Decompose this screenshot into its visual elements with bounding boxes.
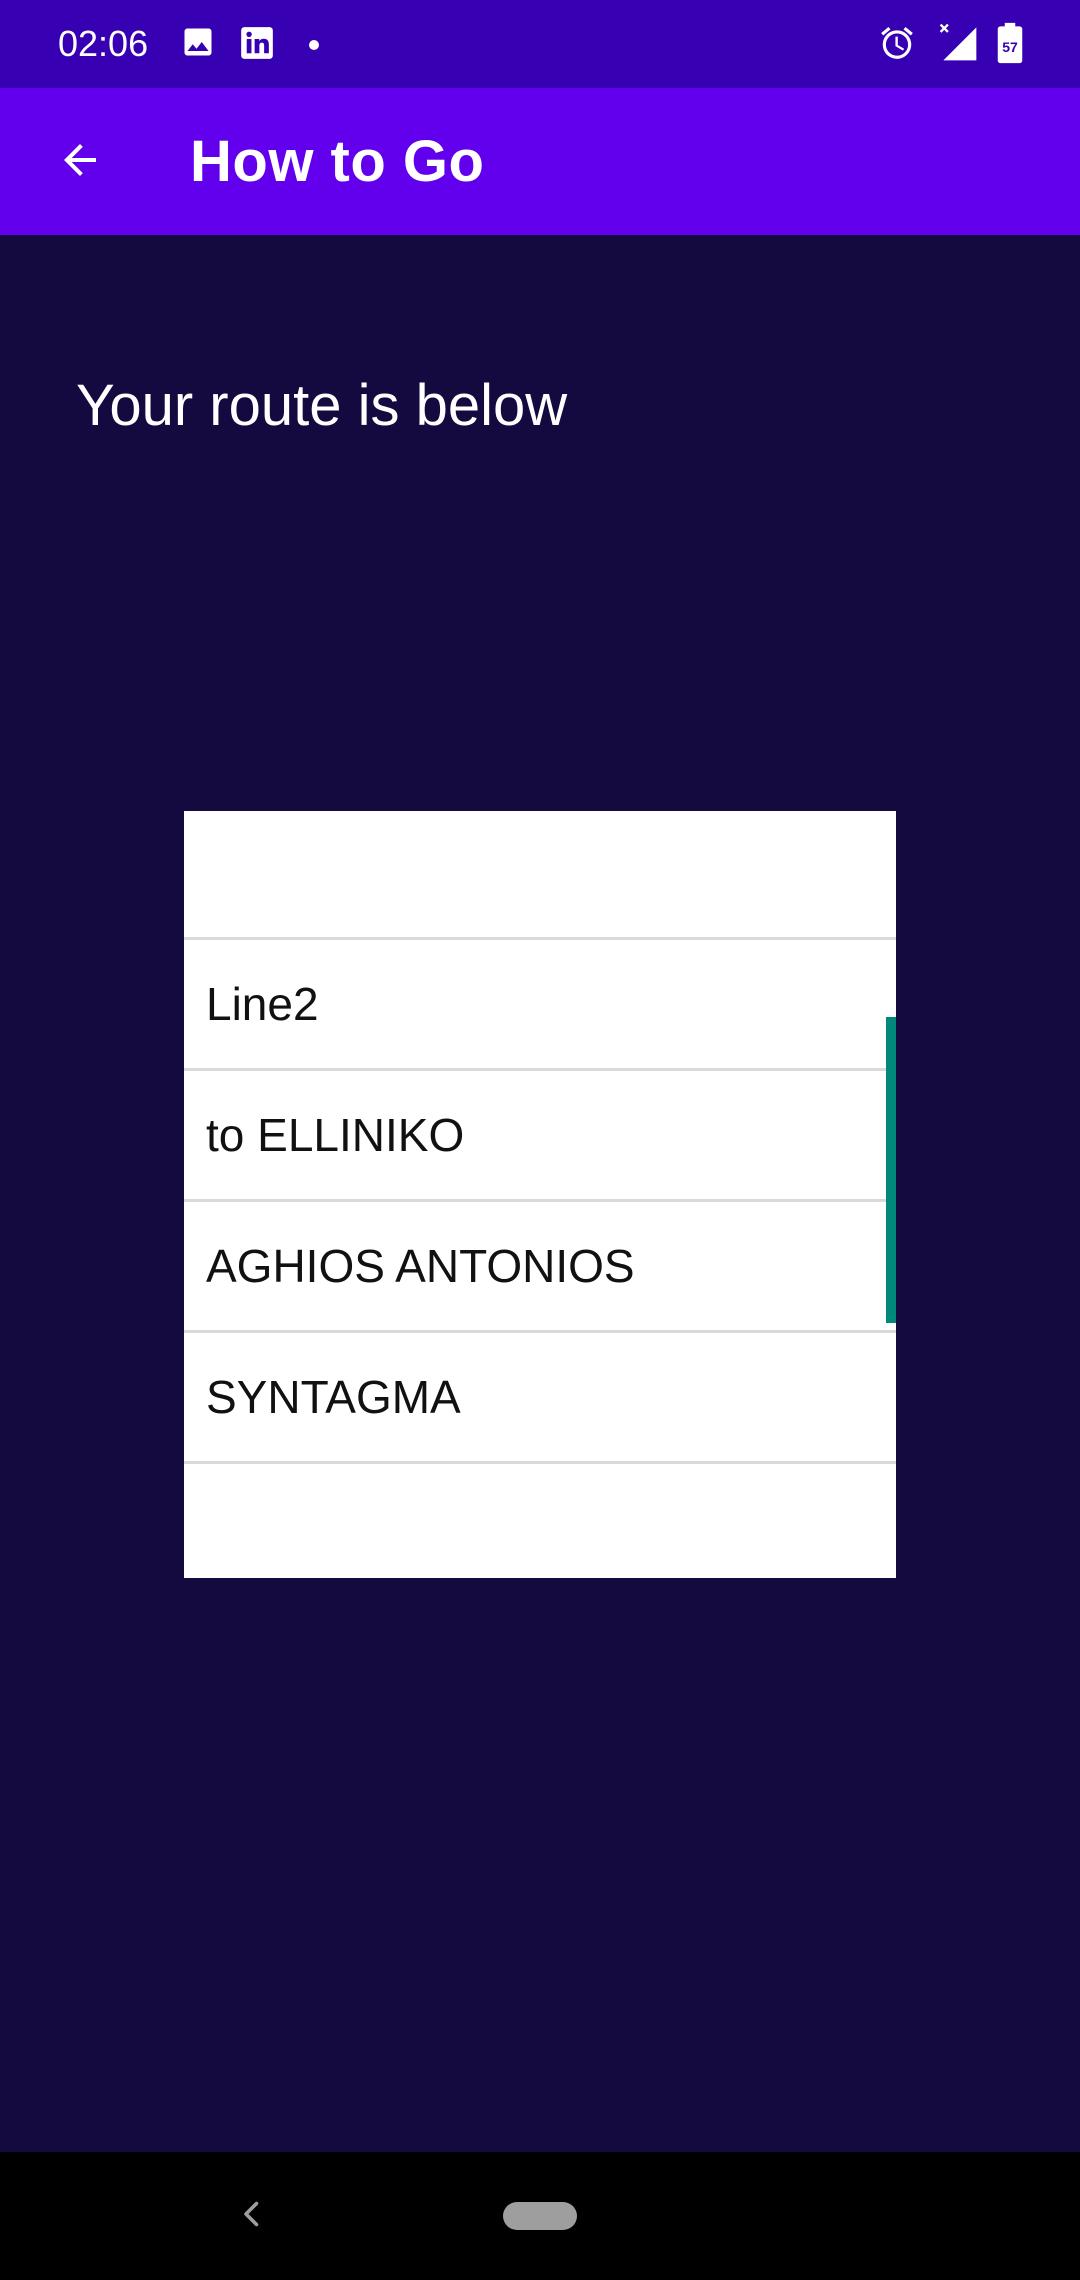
list-item[interactable]: SYNTAGMA <box>184 1333 896 1464</box>
image-icon <box>180 24 216 65</box>
list-item[interactable] <box>184 811 896 940</box>
route-list[interactable]: Line2 to ELLINIKO AGHIOS ANTONIOS SYNTAG… <box>184 811 896 1578</box>
linkedin-icon <box>238 24 276 67</box>
status-time: 02:06 <box>58 23 149 64</box>
list-item[interactable]: Line2 <box>184 940 896 1071</box>
arrow-back-icon <box>56 136 104 189</box>
list-item[interactable] <box>184 1464 896 1578</box>
list-item[interactable]: to ELLINIKO <box>184 1071 896 1202</box>
alarm-icon <box>878 24 916 67</box>
status-bar: 02:06 57 <box>0 0 1080 88</box>
back-button[interactable] <box>40 122 120 202</box>
battery-icon: 57 <box>994 22 1026 69</box>
chevron-left-icon <box>234 2196 270 2237</box>
navigation-bar <box>0 2152 1080 2280</box>
list-item[interactable]: AGHIOS ANTONIOS <box>184 1202 896 1333</box>
svg-text:57: 57 <box>1002 39 1018 55</box>
app-bar: How to Go <box>0 88 1080 235</box>
signal-icon <box>936 20 980 69</box>
dot-icon <box>308 38 320 56</box>
page-title: How to Go <box>190 129 485 194</box>
route-heading: Your route is below <box>76 373 568 438</box>
nav-back-button[interactable] <box>222 2186 282 2246</box>
home-pill-button[interactable] <box>503 2202 577 2230</box>
scrollbar-thumb[interactable] <box>886 1017 896 1323</box>
